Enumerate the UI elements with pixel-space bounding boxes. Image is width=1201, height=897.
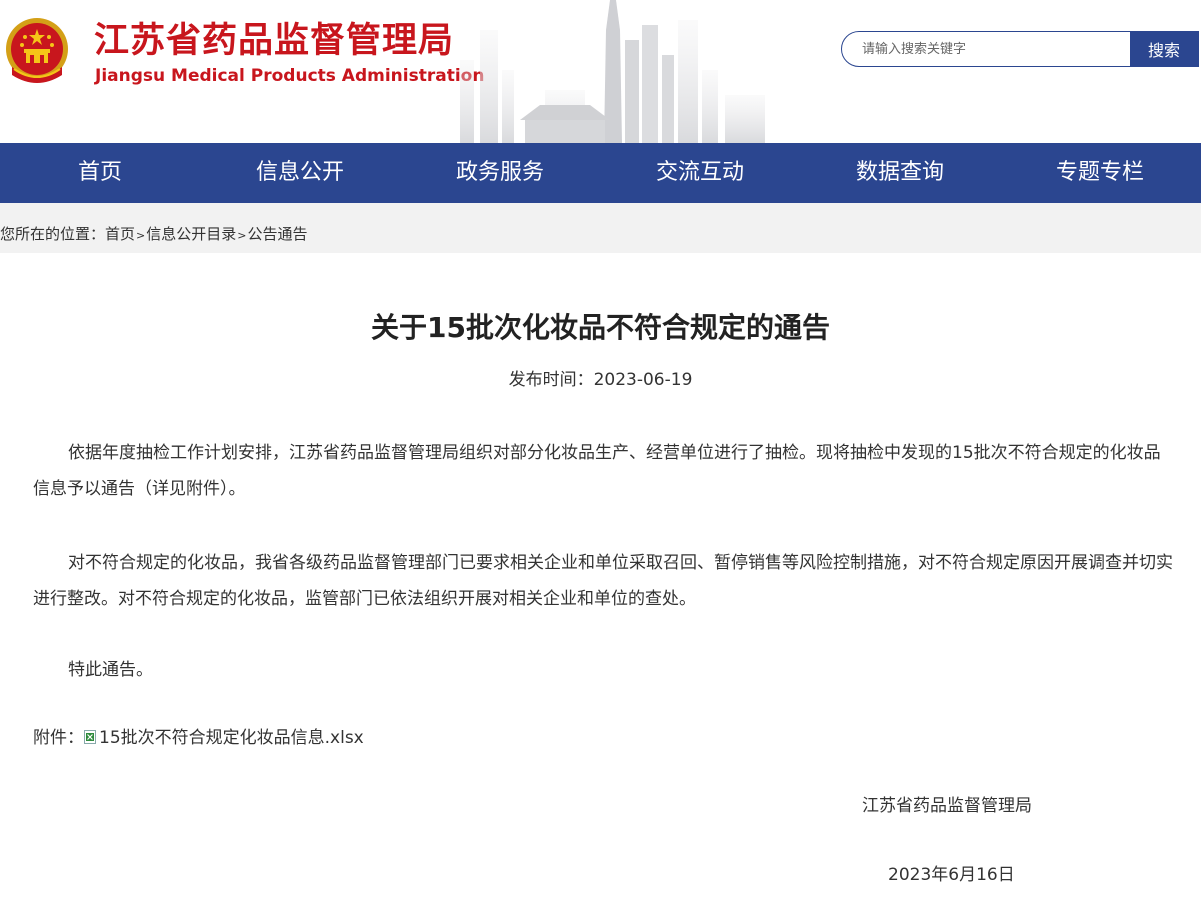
breadcrumb-separator: > <box>136 229 146 242</box>
article-paragraph: 依据年度抽检工作计划安排，江苏省药品监督管理局组织对部分化妆品生产、经营单位进行… <box>33 443 1161 499</box>
article-title: 关于15批次化妆品不符合规定的通告 <box>371 311 830 344</box>
breadcrumb: 您所在的位置：首页>信息公开目录>公告通告 <box>0 203 1201 253</box>
search-box: 搜索 <box>841 31 1199 67</box>
excel-file-icon <box>84 730 96 744</box>
site-header: 江苏省药品监督管理局 Jiangsu Medical Products Admi… <box>0 0 1201 143</box>
nav-item-gov-services[interactable]: 政务服务 <box>400 143 600 203</box>
nav-item-special-topics[interactable]: 专题专栏 <box>1000 143 1200 203</box>
attachment-link[interactable]: 15批次不符合规定化妆品信息.xlsx <box>99 728 364 748</box>
attachment-label: 附件： <box>33 728 84 748</box>
national-emblem-icon <box>6 18 68 83</box>
article-paragraph: 对不符合规定的化妆品，我省各级药品监督管理部门已要求相关企业和单位采取召回、暂停… <box>33 553 1173 609</box>
nav-item-interaction[interactable]: 交流互动 <box>600 143 800 203</box>
attachment-row: 附件： 15批次不符合规定化妆品信息.xlsx <box>33 722 364 754</box>
signature-org: 江苏省药品监督管理局 <box>862 796 1032 816</box>
breadcrumb-home[interactable]: 首页 <box>105 225 135 243</box>
city-skyline-graphic <box>460 0 765 143</box>
site-title-cn[interactable]: 江苏省药品监督管理局 <box>94 20 454 62</box>
signature-date: 2023年6月16日 <box>888 865 1015 885</box>
nav-item-info-disclosure[interactable]: 信息公开 <box>200 143 400 203</box>
breadcrumb-announcements[interactable]: 公告通告 <box>247 225 307 243</box>
nav-item-data-query[interactable]: 数据查询 <box>800 143 1000 203</box>
breadcrumb-info-catalog[interactable]: 信息公开目录 <box>146 225 236 243</box>
site-title-en[interactable]: Jiangsu Medical Products Administration <box>95 66 484 86</box>
nav-item-home[interactable]: 首页 <box>0 143 200 203</box>
search-input[interactable] <box>842 32 1130 66</box>
breadcrumb-prefix: 您所在的位置： <box>0 225 106 243</box>
article-paragraph: 特此通告。 <box>68 660 153 680</box>
breadcrumb-separator: > <box>237 229 247 242</box>
publish-date: 发布时间：2023-06-19 <box>508 370 693 390</box>
search-button[interactable]: 搜索 <box>1130 32 1198 66</box>
main-nav: 首页 信息公开 政务服务 交流互动 数据查询 专题专栏 <box>0 143 1201 203</box>
